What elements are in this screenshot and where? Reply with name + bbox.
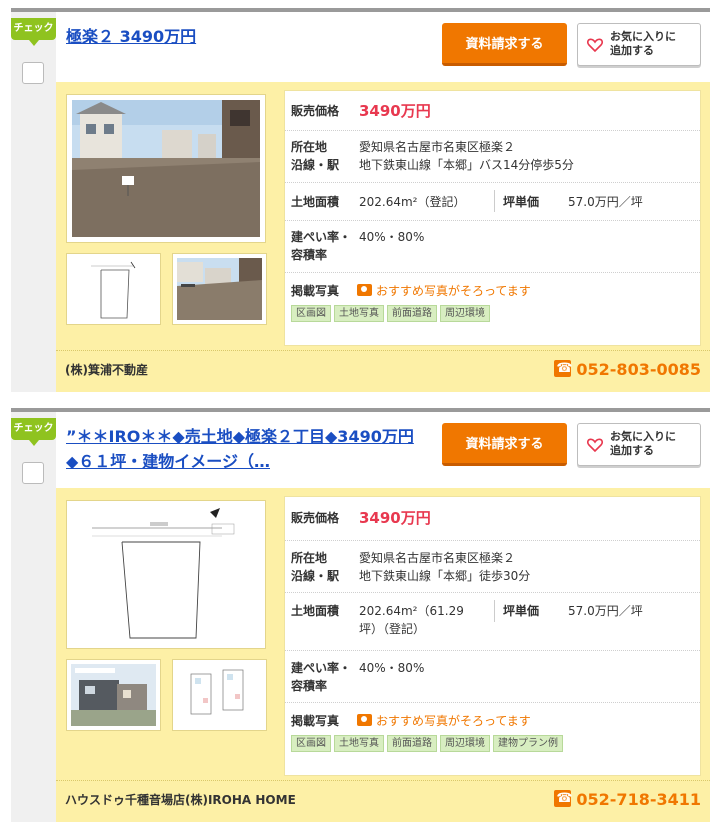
photos-row: 掲載写真 おすすめ写真がそろってます 区画図 土地写真 前面道路 周辺環境 建物プラン例: [285, 703, 700, 777]
building-image: [71, 664, 156, 726]
address-value: 愛知県名古屋市名東区極楽２: [359, 140, 516, 154]
plot-diagram-thumb[interactable]: [66, 253, 161, 325]
phone-icon: [554, 788, 573, 810]
heart-icon: [587, 438, 603, 452]
listing-footer: ハウスドゥ千種音場店(株)IROHA HOME 052-718-3411: [56, 780, 710, 822]
photo-tag: 前面道路: [387, 735, 437, 752]
ratio-row: 建ぺい率・ 容積率 40%・80%: [285, 651, 700, 703]
listing-content: ”＊＊IRO＊＊◆売土地◆極楽２丁目◆3490万円◆６１坪・建物イメージ（… 資…: [56, 412, 710, 822]
add-favorite-button[interactable]: お気に入りに 追加する: [577, 23, 701, 66]
land-area-row: 土地面積 202.64m²（61.29 坪）（登記） 坪単価 57.0万円／坪: [285, 593, 700, 651]
ratio-value: 40%・80%: [359, 661, 425, 675]
heart-icon: [587, 38, 603, 52]
photo-tags: 区画図 土地写真 前面道路 周辺環境: [291, 305, 493, 322]
phone-icon: [554, 358, 573, 380]
photo-tag: 周辺環境: [440, 305, 490, 322]
listing-body: 販売価格 3490万円 所在地 沿線・駅 愛知県名古屋市名東区極楽２ 地下鉄東山…: [56, 82, 710, 354]
listing-body: 販売価格 3490万円 所在地 沿線・駅 愛知県名古屋市名東区極楽２ 地下鉄東山…: [56, 488, 710, 784]
main-photo[interactable]: [66, 500, 266, 649]
check-checkbox[interactable]: [22, 462, 44, 484]
listing-footer: (株)箕浦不動産 052-803-0085: [56, 350, 710, 392]
phone-number[interactable]: 052-803-0085: [554, 358, 701, 381]
location-row: 所在地 沿線・駅 愛知県名古屋市名東区極楽２ 地下鉄東山線「本郷」バス14分停歩…: [285, 131, 700, 183]
request-info-button[interactable]: 資料請求する: [442, 23, 567, 66]
photo-tag: 周辺環境: [440, 735, 490, 752]
tsubo-price-value: 57.0万円／坪: [568, 604, 643, 618]
photo-tag: 土地写真: [334, 735, 384, 752]
plot-diagram: [71, 258, 156, 320]
plot-diagram: [72, 506, 260, 643]
land-photo-thumb[interactable]: [172, 253, 267, 325]
check-column: チェック: [11, 412, 56, 822]
recommend-photos: おすすめ写真がそろってます: [357, 282, 531, 300]
check-checkbox[interactable]: [22, 62, 44, 84]
favorite-label: お気に入りに 追加する: [610, 430, 676, 457]
land-area-row: 土地面積 202.64m²（登記） 坪単価 57.0万円／坪: [285, 183, 700, 221]
listing-card: チェック 極楽２ 3490万円 資料請求する お気に入りに 追加する 販売価格 …: [11, 8, 710, 392]
location-row: 所在地 沿線・駅 愛知県名古屋市名東区極楽２ 地下鉄東山線「本郷」徒歩30分: [285, 541, 700, 593]
listing-header: 極楽２ 3490万円 資料請求する お気に入りに 追加する: [56, 12, 710, 82]
ratio-row: 建ぺい率・ 容積率 40%・80%: [285, 221, 700, 273]
listing-content: 極楽２ 3490万円 資料請求する お気に入りに 追加する 販売価格 3490万…: [56, 12, 710, 392]
access-value: 地下鉄東山線「本郷」徒歩30分: [359, 569, 531, 583]
floor-plan-thumb[interactable]: [172, 659, 267, 731]
price-row: 販売価格 3490万円: [285, 497, 700, 541]
land-photo: [72, 100, 260, 237]
check-column: チェック: [11, 12, 56, 392]
photo-tag: 前面道路: [387, 305, 437, 322]
tsubo-price-value: 57.0万円／坪: [568, 195, 643, 209]
phone-number[interactable]: 052-718-3411: [554, 788, 701, 811]
camera-icon: [357, 714, 372, 726]
property-info: 販売価格 3490万円 所在地 沿線・駅 愛知県名古屋市名東区極楽２ 地下鉄東山…: [284, 90, 701, 346]
photo-tag: 区画図: [291, 735, 331, 752]
main-photo[interactable]: [66, 94, 266, 243]
land-area-value: 202.64m²（登記）: [359, 195, 466, 209]
listing-title-link[interactable]: 極楽２ 3490万円: [66, 24, 416, 49]
listing-card: チェック ”＊＊IRO＊＊◆売土地◆極楽２丁目◆3490万円◆６１坪・建物イメー…: [11, 408, 710, 822]
listing-header: ”＊＊IRO＊＊◆売土地◆極楽２丁目◆3490万円◆６１坪・建物イメージ（… 資…: [56, 412, 710, 488]
favorite-label: お気に入りに 追加する: [610, 30, 676, 57]
ratio-value: 40%・80%: [359, 230, 425, 244]
floor-plan: [177, 664, 262, 726]
building-image-thumb[interactable]: [66, 659, 161, 731]
land-area-value: 202.64m²（61.29 坪）（登記）: [359, 604, 464, 636]
company-name: ハウスドゥ千種音場店(株)IROHA HOME: [65, 793, 296, 807]
price-value: 3490万円: [359, 509, 431, 527]
add-favorite-button[interactable]: お気に入りに 追加する: [577, 423, 701, 466]
price-value: 3490万円: [359, 102, 431, 120]
camera-icon: [357, 284, 372, 296]
company-name: (株)箕浦不動産: [65, 363, 148, 377]
land-thumb: [177, 258, 262, 320]
property-info: 販売価格 3490万円 所在地 沿線・駅 愛知県名古屋市名東区極楽２ 地下鉄東山…: [284, 496, 701, 776]
listing-title-link[interactable]: ”＊＊IRO＊＊◆売土地◆極楽２丁目◆3490万円◆６１坪・建物イメージ（…: [66, 424, 416, 474]
photo-tag: 土地写真: [334, 305, 384, 322]
price-row: 販売価格 3490万円: [285, 91, 700, 131]
address-value: 愛知県名古屋市名東区極楽２: [359, 551, 516, 565]
photos-row: 掲載写真 おすすめ写真がそろってます 区画図 土地写真 前面道路 周辺環境: [285, 273, 700, 347]
recommend-photos: おすすめ写真がそろってます: [357, 712, 531, 730]
request-info-button[interactable]: 資料請求する: [442, 423, 567, 466]
photo-tags: 区画図 土地写真 前面道路 周辺環境 建物プラン例: [291, 735, 566, 752]
photo-tag: 区画図: [291, 305, 331, 322]
check-tag: チェック: [11, 18, 56, 46]
access-value: 地下鉄東山線「本郷」バス14分停歩5分: [359, 158, 574, 172]
photo-tag: 建物プラン例: [493, 735, 563, 752]
check-tag: チェック: [11, 418, 56, 446]
